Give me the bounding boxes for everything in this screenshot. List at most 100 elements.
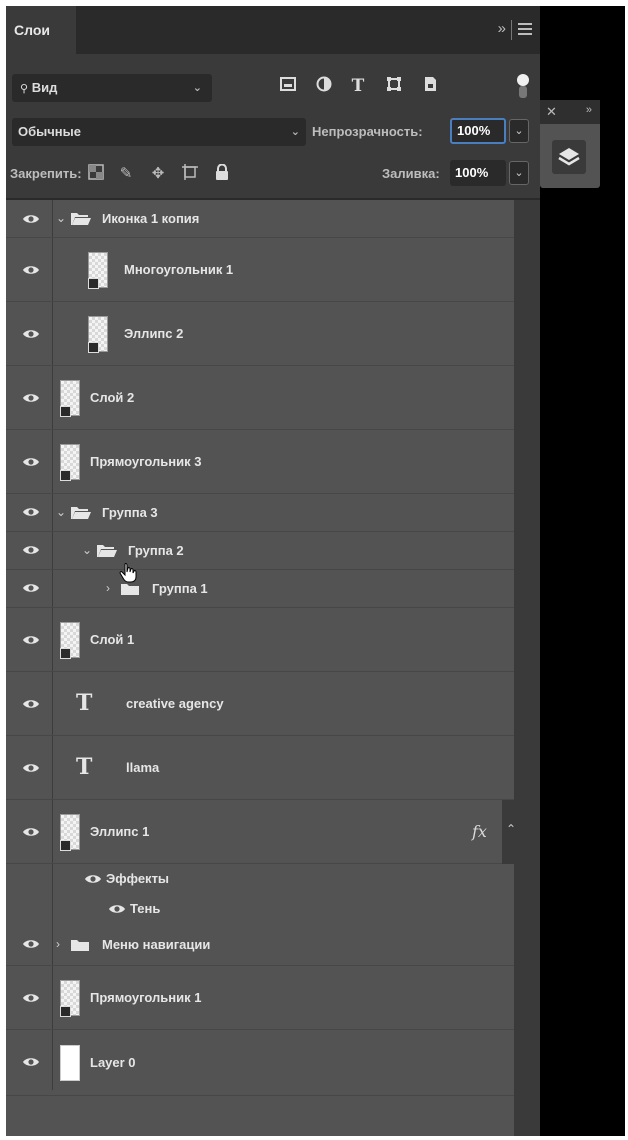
filter-shape-icon[interactable] bbox=[384, 76, 404, 96]
layer-row[interactable]: Слой 1 bbox=[6, 608, 514, 672]
visibility-eye-icon[interactable] bbox=[22, 506, 40, 518]
filter-pixel-icon[interactable] bbox=[278, 76, 298, 96]
blend-row: Обычные ⌄ Непрозрачность: 100% ⌄ bbox=[6, 116, 540, 150]
layer-name: Тень bbox=[130, 901, 161, 916]
effect-visibility-eye-icon[interactable] bbox=[84, 873, 102, 885]
filter-row: ⚲ Вид ⌄ T bbox=[6, 66, 540, 102]
visibility-eye-icon[interactable] bbox=[22, 992, 40, 1004]
layer-row[interactable]: Эллипс 1 fx bbox=[6, 800, 514, 864]
layer-name: Группа 3 bbox=[102, 505, 158, 520]
dock-header: ✕ » bbox=[540, 100, 600, 124]
tabbar-separator bbox=[511, 20, 512, 40]
layer-row[interactable]: Эффекты bbox=[6, 864, 514, 894]
folder-icon bbox=[120, 582, 140, 601]
layer-name: Прямоугольник 1 bbox=[90, 990, 202, 1005]
folder-open-icon bbox=[70, 212, 92, 231]
lock-all-icon[interactable] bbox=[212, 163, 232, 184]
collapse-group-chevron-icon[interactable]: ⌄ bbox=[82, 543, 92, 557]
blend-mode-select[interactable]: Обычные ⌄ bbox=[12, 118, 306, 146]
visibility-eye-icon[interactable] bbox=[22, 328, 40, 340]
blend-mode-value: Обычные bbox=[18, 124, 81, 139]
layer-row[interactable]: Tllama bbox=[6, 736, 514, 800]
layers-dock-button[interactable] bbox=[552, 140, 586, 174]
expand-dock-icon[interactable]: » bbox=[586, 104, 592, 116]
visibility-eye-icon[interactable] bbox=[22, 582, 40, 594]
layer-row[interactable]: Слой 2 bbox=[6, 366, 514, 430]
layer-row[interactable]: › Группа 1 bbox=[6, 570, 514, 608]
hand-cursor-icon bbox=[119, 563, 137, 583]
smart-object-badge-icon bbox=[60, 648, 71, 659]
collapsed-panel-dock: ✕ » bbox=[540, 100, 600, 188]
layer-name: Эллипс 1 bbox=[90, 824, 150, 839]
opacity-dropdown-button[interactable]: ⌄ bbox=[509, 119, 529, 143]
panel-menu-icon[interactable] bbox=[518, 23, 532, 38]
layer-row[interactable]: Эллипс 2 bbox=[6, 302, 514, 366]
tab-layers[interactable]: Слои bbox=[6, 6, 76, 54]
layer-name: Иконка 1 копия bbox=[102, 211, 200, 226]
filter-type-icon[interactable]: T bbox=[348, 76, 368, 96]
smart-object-badge-icon bbox=[60, 406, 71, 417]
visibility-eye-icon[interactable] bbox=[22, 456, 40, 468]
visibility-eye-icon[interactable] bbox=[22, 544, 40, 556]
layer-row[interactable]: Tcreative agency bbox=[6, 672, 514, 736]
visibility-eye-icon[interactable] bbox=[22, 392, 40, 404]
collapse-group-chevron-icon[interactable]: ⌄ bbox=[56, 505, 66, 519]
filter-kind-label: Вид bbox=[31, 80, 58, 95]
collapse-group-chevron-icon[interactable]: ⌄ bbox=[56, 211, 66, 225]
layer-row[interactable]: Layer 0 bbox=[6, 1030, 514, 1096]
visibility-eye-icon[interactable] bbox=[22, 213, 40, 225]
fill-input[interactable]: 100% bbox=[450, 160, 506, 186]
lock-label: Закрепить: bbox=[10, 166, 82, 181]
layer-name: Меню навигации bbox=[102, 937, 211, 952]
folder-open-icon bbox=[96, 544, 118, 563]
layer-row[interactable]: Тень bbox=[6, 894, 514, 924]
layers-stack-icon bbox=[558, 148, 580, 166]
close-icon[interactable]: ✕ bbox=[546, 104, 557, 120]
layer-row[interactable]: ⌄ Группа 3 bbox=[6, 494, 514, 532]
folder-icon bbox=[70, 938, 90, 957]
layer-row[interactable]: Прямоугольник 3 bbox=[6, 430, 514, 494]
layer-name: creative agency bbox=[126, 696, 224, 711]
layer-thumbnail bbox=[60, 1045, 80, 1081]
visibility-eye-icon[interactable] bbox=[22, 264, 40, 276]
layer-row[interactable]: › Меню навигации bbox=[6, 924, 514, 966]
collapse-panel-icon[interactable]: » bbox=[498, 20, 506, 37]
effect-visibility-eye-icon[interactable] bbox=[108, 903, 126, 915]
visibility-eye-icon[interactable] bbox=[22, 938, 40, 950]
layer-row[interactable]: ⌄ Иконка 1 копия bbox=[6, 200, 514, 238]
shape-badge-icon bbox=[60, 1006, 71, 1017]
text-layer-icon: T bbox=[76, 690, 93, 716]
layer-effects-fx-icon[interactable]: fx bbox=[472, 822, 487, 841]
layer-name: Группа 2 bbox=[128, 543, 184, 558]
opacity-input[interactable]: 100% bbox=[450, 118, 506, 144]
fill-dropdown-button[interactable]: ⌄ bbox=[509, 161, 529, 185]
lock-position-icon[interactable]: ✥ bbox=[148, 164, 168, 184]
layer-name: Прямоугольник 3 bbox=[90, 454, 202, 469]
chevron-down-icon: ⌄ bbox=[290, 126, 300, 138]
filter-smart-object-icon[interactable] bbox=[420, 76, 440, 96]
visibility-eye-icon[interactable] bbox=[22, 1056, 40, 1068]
lock-transparent-pixels-icon[interactable] bbox=[86, 164, 106, 184]
lock-artboard-icon[interactable] bbox=[180, 164, 200, 184]
visibility-eye-icon[interactable] bbox=[22, 762, 40, 774]
filter-kind-select[interactable]: ⚲ Вид ⌄ bbox=[12, 74, 212, 102]
shape-badge-icon bbox=[60, 840, 71, 851]
filter-toggle-switch[interactable] bbox=[516, 74, 530, 100]
expand-group-chevron-icon[interactable]: › bbox=[56, 937, 60, 951]
effects-expand-tab[interactable]: ⌃ bbox=[502, 800, 522, 864]
layer-row[interactable]: Многоугольник 1 bbox=[6, 238, 514, 302]
expand-group-chevron-icon[interactable]: › bbox=[106, 581, 110, 595]
filter-adjustment-icon[interactable] bbox=[314, 76, 334, 96]
opacity-label: Непрозрачность: bbox=[312, 124, 423, 139]
visibility-eye-icon[interactable] bbox=[22, 826, 40, 838]
layers-scrollbar[interactable] bbox=[514, 200, 540, 1136]
fill-label: Заливка: bbox=[382, 166, 440, 181]
layer-row[interactable]: ⌄ Группа 2 bbox=[6, 532, 514, 570]
layer-row[interactable]: Прямоугольник 1 bbox=[6, 966, 514, 1030]
lock-image-pixels-icon[interactable]: ✎ bbox=[116, 164, 136, 184]
visibility-eye-icon[interactable] bbox=[22, 698, 40, 710]
layer-name: Многоугольник 1 bbox=[124, 262, 234, 277]
chevron-down-icon: ⌄ bbox=[192, 82, 202, 94]
visibility-eye-icon[interactable] bbox=[22, 634, 40, 646]
shape-badge-icon bbox=[88, 278, 99, 289]
